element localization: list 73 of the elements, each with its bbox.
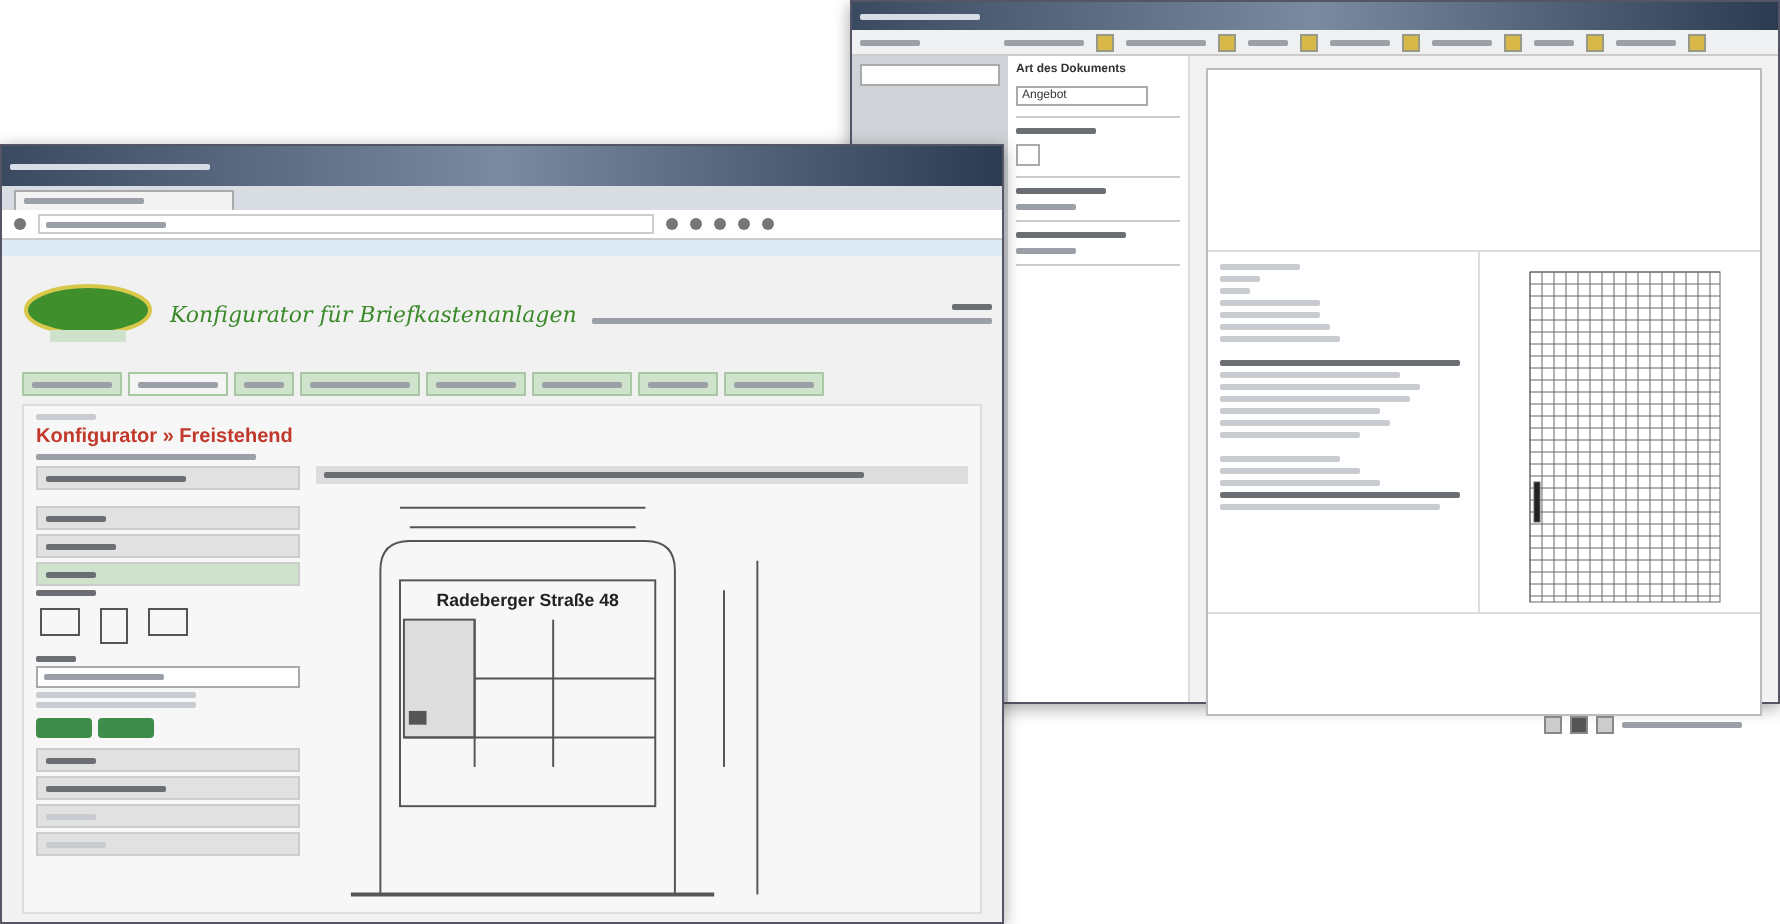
blurred-text-line [1016, 188, 1106, 194]
blurred-text-line [1220, 324, 1330, 330]
blurred-text-line [734, 381, 814, 387]
blurred-text-line [1016, 248, 1076, 254]
blurred-text-line [1004, 39, 1084, 45]
toolbar-icon[interactable] [1218, 33, 1236, 51]
blurred-text-line [1432, 39, 1492, 45]
blurred-text-line [542, 381, 622, 387]
blurred-text-line [1220, 468, 1360, 474]
blurred-text-line [860, 13, 980, 19]
nameplate-text: Radeberger Straße 48 [436, 589, 619, 610]
nav-tab[interactable] [234, 372, 294, 396]
nav-tab[interactable] [532, 372, 632, 396]
blurred-text-line [36, 590, 96, 596]
shape-option-icon[interactable] [40, 608, 80, 636]
shape-option-icon[interactable] [100, 608, 128, 644]
nav-tab[interactable] [724, 372, 824, 396]
blurred-text-line [44, 674, 164, 680]
blurred-text-line [1220, 276, 1260, 282]
select-field[interactable] [36, 666, 300, 688]
blurred-text-line [46, 757, 96, 763]
address-field[interactable] [38, 214, 654, 234]
blurred-text-line [1248, 39, 1288, 45]
blurred-text-line [1016, 128, 1096, 134]
blurred-text-line [310, 381, 410, 387]
nav-tab[interactable] [22, 372, 122, 396]
blurred-text-line [244, 381, 284, 387]
browser-tab[interactable] [14, 190, 234, 210]
blurred-text-line [46, 543, 116, 549]
blurred-text-line [648, 381, 708, 387]
blurred-text-line [1220, 264, 1300, 270]
toolbar-icon[interactable] [1688, 33, 1706, 51]
nav-tab[interactable] [426, 372, 526, 396]
blurred-text-line [1220, 456, 1340, 462]
shape-option-icon[interactable] [148, 608, 188, 636]
input-field[interactable] [860, 64, 1000, 86]
blurred-text-line [1220, 312, 1320, 318]
blurred-text-line [36, 656, 76, 662]
blurred-text-line [1126, 39, 1206, 45]
toolbar-icon[interactable] [1300, 33, 1318, 51]
blurred-text-line [1220, 432, 1360, 438]
toolbar-icon[interactable] [1096, 33, 1114, 51]
toolbar-icon[interactable] [1586, 33, 1604, 51]
blurred-text-line [1616, 39, 1676, 45]
blurred-text-line [138, 381, 218, 387]
nav-tab[interactable] [128, 372, 228, 396]
blurred-text-line [46, 221, 166, 227]
blurred-text-line [46, 515, 106, 521]
blurred-text-line [1016, 232, 1126, 238]
blurred-text-line [1330, 39, 1390, 45]
blurred-text-line [36, 414, 96, 420]
blurred-text-line [1534, 39, 1574, 45]
toolbar-icon[interactable] [1504, 33, 1522, 51]
page-heading: Konfigurator » Freistehend [36, 426, 295, 448]
site-slogan: Konfigurator für Briefkastenanlagen [170, 301, 577, 327]
blurred-text-line [46, 475, 186, 481]
blurred-text-line [1220, 300, 1320, 306]
blurred-text-line [1220, 288, 1250, 294]
blurred-text-line [1016, 204, 1076, 210]
logo-icon [22, 282, 154, 346]
nav-tab[interactable] [300, 372, 420, 396]
blurred-text-line [1622, 722, 1742, 728]
blurred-text-line [46, 785, 166, 791]
input-field[interactable] [1016, 144, 1040, 166]
blurred-text-line [24, 198, 144, 204]
blurred-text-line [46, 571, 96, 577]
blurred-text-line [860, 39, 920, 45]
blurred-text-line [1220, 336, 1340, 342]
blurred-text-line [952, 304, 993, 310]
toolbar-icon[interactable] [1402, 33, 1420, 51]
nav-tab[interactable] [638, 372, 718, 396]
blurred-text-line [436, 381, 516, 387]
blurred-text-line [32, 381, 112, 387]
